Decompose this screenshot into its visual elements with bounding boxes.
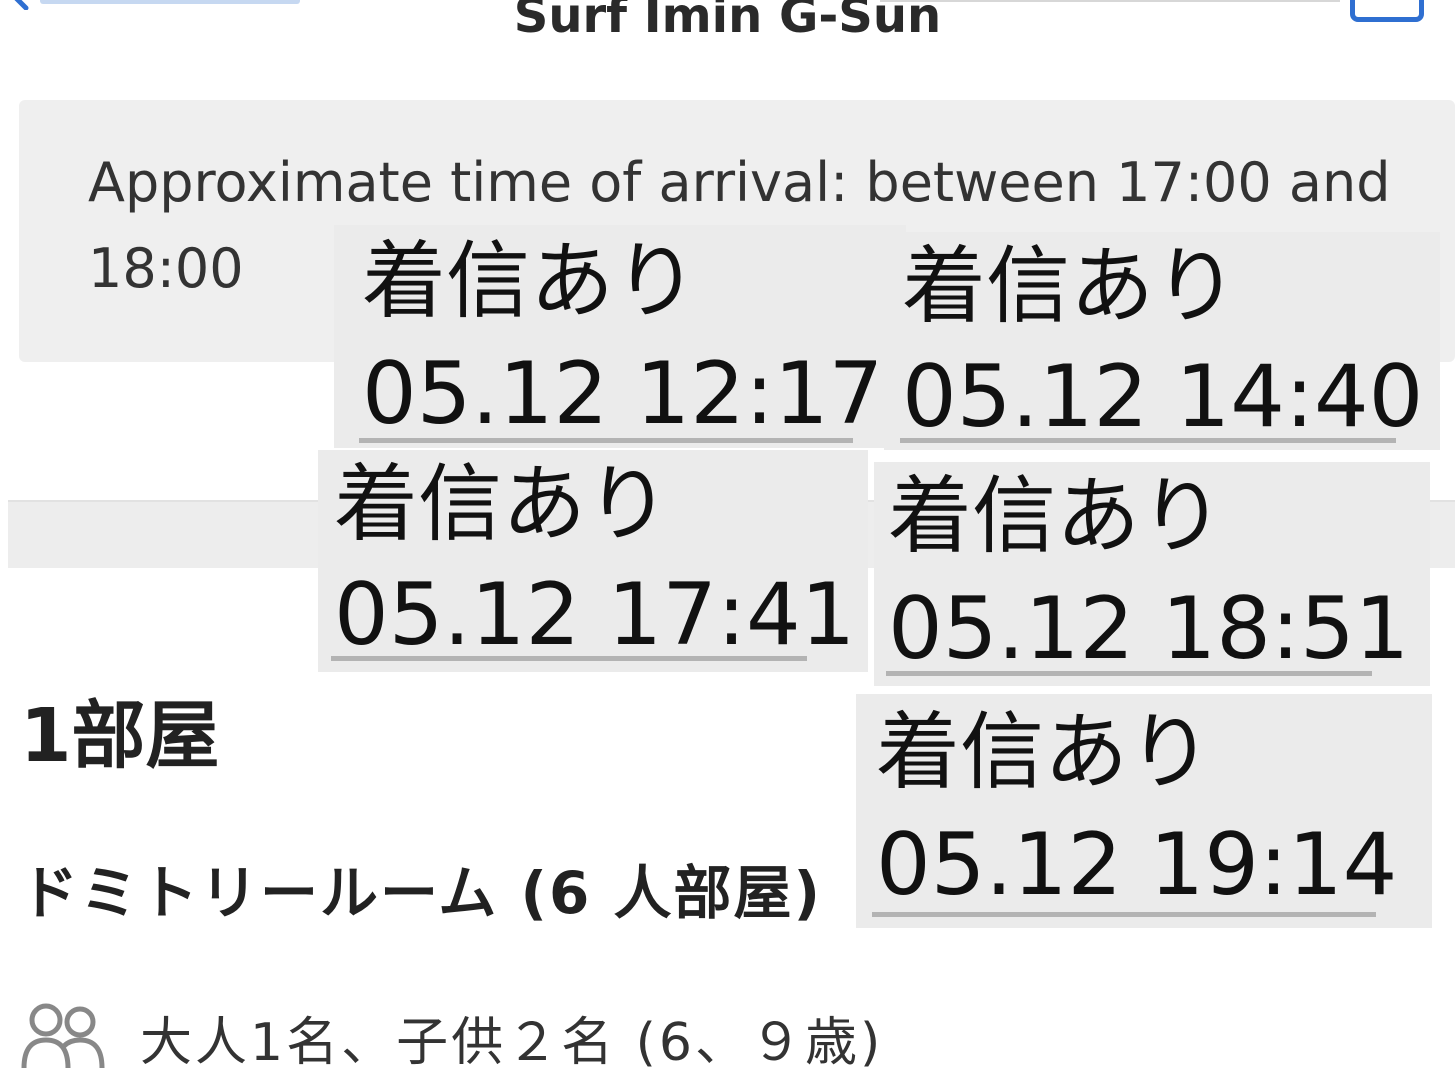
guests-info: 大人1名、子供２名 (6、９歳) [140, 1013, 884, 1073]
underline [872, 912, 1376, 917]
people-icon [21, 1003, 105, 1069]
missed-call-label: 着信あり [902, 237, 1239, 335]
room-count: 1部屋 [20, 693, 220, 779]
page-title: Surf Imin G-Sun [513, 0, 942, 44]
underline [359, 438, 853, 443]
missed-call-notice: 着信あり 05.12 18:51 [874, 462, 1430, 686]
missed-call-label: 着信あり [876, 703, 1213, 801]
compose-icon[interactable] [1350, 0, 1424, 22]
missed-call-time: 05.12 12:17 [362, 344, 884, 444]
missed-call-notice: 着信あり 05.12 19:14 [856, 694, 1432, 928]
missed-call-notice: 着信あり 05.12 12:17 [334, 225, 906, 448]
room-type: ドミトリールーム (6 人部屋) [20, 859, 823, 927]
missed-call-label: 着信あり [888, 467, 1225, 565]
underline [331, 656, 807, 661]
missed-call-notice: 着信あり 05.12 17:41 [318, 450, 868, 672]
missed-call-time: 05.12 19:14 [876, 815, 1398, 915]
underline [900, 438, 1396, 443]
missed-call-label: 着信あり [362, 232, 699, 330]
missed-call-label: 着信あり [334, 455, 671, 553]
missed-call-time: 05.12 18:51 [888, 579, 1410, 679]
missed-call-time: 05.12 14:40 [902, 347, 1424, 447]
underline [886, 671, 1372, 676]
missed-call-notice: 着信あり 05.12 14:40 [884, 232, 1440, 450]
missed-call-time: 05.12 17:41 [334, 565, 856, 665]
